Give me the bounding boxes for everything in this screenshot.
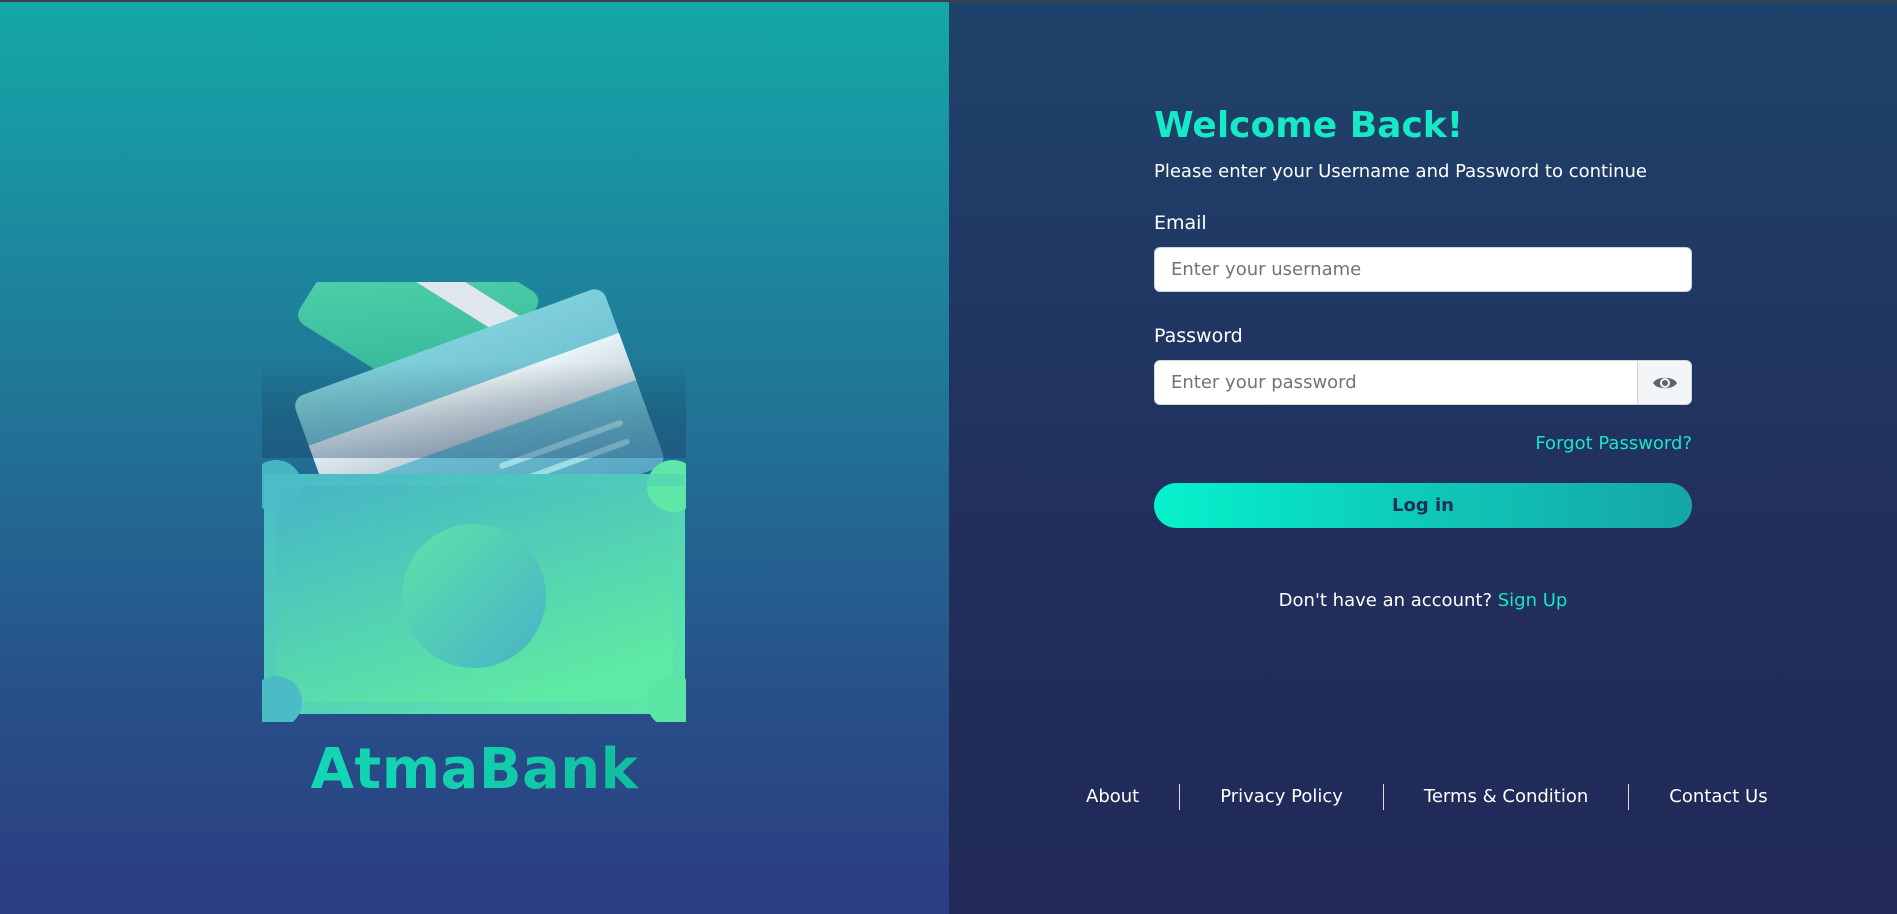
eye-icon — [1652, 377, 1677, 388]
signup-row: Don't have an account? Sign Up — [1154, 590, 1692, 611]
footer-divider — [1382, 784, 1384, 810]
signup-link[interactable]: Sign Up — [1498, 590, 1568, 611]
footer-link-terms[interactable]: Terms & Condition — [1384, 784, 1628, 810]
email-label: Email — [1154, 212, 1207, 234]
login-panel: Welcome Back! Please enter your Username… — [949, 2, 1897, 914]
login-button[interactable]: Log in — [1154, 483, 1692, 528]
footer-links: About Privacy Policy Terms & Condition C… — [1086, 784, 1808, 810]
forgot-password-link[interactable]: Forgot Password? — [1535, 433, 1692, 454]
email-field[interactable] — [1155, 248, 1691, 291]
signup-prompt: Don't have an account? — [1278, 590, 1492, 611]
wallet-illustration — [262, 282, 686, 722]
footer-divider — [1179, 784, 1181, 810]
footer-divider — [1628, 784, 1630, 810]
footer-link-about[interactable]: About — [1086, 784, 1179, 810]
footer-link-privacy-policy[interactable]: Privacy Policy — [1180, 784, 1383, 810]
page-title: Welcome Back! — [1154, 105, 1464, 146]
brand-logo-text: AtmaBank — [0, 737, 949, 802]
toggle-password-visibility-button[interactable] — [1637, 361, 1691, 404]
forgot-password-row: Forgot Password? — [1154, 433, 1692, 457]
login-form: Welcome Back! Please enter your Username… — [1154, 102, 1692, 611]
password-label: Password — [1154, 325, 1243, 347]
page-subtitle: Please enter your Username and Password … — [1154, 161, 1647, 182]
brand-panel: AtmaBank — [0, 2, 949, 914]
footer-link-contact[interactable]: Contact Us — [1629, 784, 1807, 810]
email-field-wrapper — [1154, 247, 1692, 292]
password-field-wrapper — [1154, 360, 1692, 405]
password-field[interactable] — [1155, 361, 1639, 404]
